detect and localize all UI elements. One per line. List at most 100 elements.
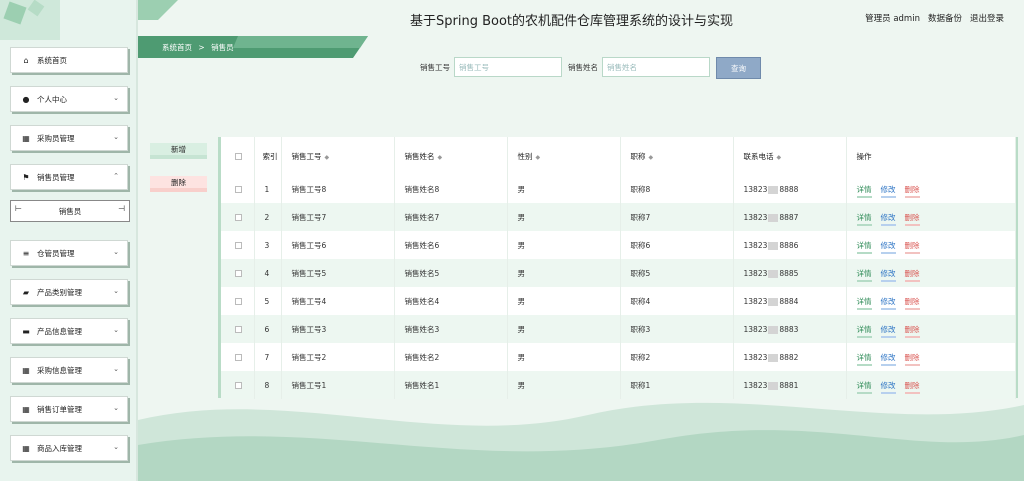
index-header: 索引 <box>254 137 282 175</box>
delete-link[interactable]: 删除 <box>904 184 920 198</box>
id-cell: 销售工号3 <box>281 315 395 343</box>
row-checkbox[interactable] <box>235 326 242 333</box>
detail-link[interactable]: 详情 <box>856 268 872 282</box>
edit-link[interactable]: 修改 <box>880 324 896 338</box>
phone-cell: 13823 8884 <box>733 287 847 315</box>
id-header[interactable]: 销售工号 ◆ <box>281 137 395 175</box>
id-search-input[interactable] <box>454 57 562 77</box>
chevron-icon: ⌄ <box>113 365 119 373</box>
grid-icon: ▦ <box>22 133 30 143</box>
id-header-label: 销售工号 <box>291 151 322 161</box>
list-icon: ≡ <box>22 248 30 258</box>
gender-cell: 男 <box>507 175 621 203</box>
id-cell: 销售工号5 <box>281 259 395 287</box>
name-cell: 销售姓名7 <box>394 203 508 231</box>
gender-header[interactable]: 性别 ◆ <box>507 137 621 175</box>
sidebar-item-7[interactable]: ▦ 采购信息管理 ⌄ <box>10 357 128 383</box>
backup-link[interactable]: 数据备份 <box>928 12 962 24</box>
name-cell: 销售姓名6 <box>394 231 508 259</box>
breadcrumb-home[interactable]: 系统首页 <box>162 43 192 52</box>
delete-link[interactable]: 删除 <box>904 296 920 310</box>
sidebar-subitem-salesperson[interactable]: ⊢ 销售员 ⊣ <box>10 200 130 222</box>
edit-link[interactable]: 修改 <box>880 212 896 226</box>
id-cell: 销售工号6 <box>281 231 395 259</box>
sidebar-item-label: 仓管员管理 <box>37 248 75 258</box>
title-header[interactable]: 职称 ◆ <box>620 137 734 175</box>
phone-header[interactable]: 联系电话 ◆ <box>733 137 847 175</box>
delete-link[interactable]: 删除 <box>904 240 920 254</box>
row-checkbox[interactable] <box>235 270 242 277</box>
gender-cell: 男 <box>507 231 621 259</box>
sidebar-item-5[interactable]: ▰ 产品类别管理 ⌄ <box>10 279 128 305</box>
sidebar-item-4[interactable]: ≡ 仓管员管理 ⌄ <box>10 240 128 266</box>
row-checkbox[interactable] <box>235 214 242 221</box>
masked-digits <box>768 325 779 334</box>
edit-link[interactable]: 修改 <box>880 268 896 282</box>
select-all-checkbox[interactable] <box>235 153 242 160</box>
batch-delete-button[interactable]: 删除 <box>150 176 207 192</box>
row-checkbox[interactable] <box>235 186 242 193</box>
delete-link[interactable]: 删除 <box>904 352 920 366</box>
row-checkbox[interactable] <box>235 242 242 249</box>
detail-link[interactable]: 详情 <box>856 352 872 366</box>
detail-link[interactable]: 详情 <box>856 380 872 394</box>
chevron-icon: ⌄ <box>113 404 119 412</box>
row-checkbox[interactable] <box>235 298 242 305</box>
delete-link[interactable]: 删除 <box>904 212 920 226</box>
sort-icon: ◆ <box>324 153 330 161</box>
edit-link[interactable]: 修改 <box>880 240 896 254</box>
phone-cell: 13823 8883 <box>733 315 847 343</box>
chevron-icon: ⌃ <box>113 172 119 180</box>
detail-link[interactable]: 详情 <box>856 240 872 254</box>
ops-cell: 详情 修改 删除 <box>846 315 1016 343</box>
detail-link[interactable]: 详情 <box>856 296 872 310</box>
sidebar-item-6[interactable]: ▬ 产品信息管理 ⌄ <box>10 318 128 344</box>
salesperson-table: 索引 销售工号 ◆ 销售姓名 ◆ 性别 ◆ 职称 ◆ 联系电话 ◆ 操作 1 销售工号8 销售… <box>218 137 1018 399</box>
edit-link[interactable]: 修改 <box>880 296 896 310</box>
sidebar-item-2[interactable]: ▦ 采购员管理 ⌄ <box>10 125 128 151</box>
delete-link[interactable]: 删除 <box>904 268 920 282</box>
table-body: 1 销售工号8 销售姓名8 男职称8 13823 8888 详情 修改 删除 2 销售工号7 销售姓名… <box>221 175 1016 399</box>
edit-link[interactable]: 修改 <box>880 184 896 198</box>
phone-cell: 13823 8881 <box>733 371 847 399</box>
add-button[interactable]: 新增 <box>150 143 207 159</box>
edit-link[interactable]: 修改 <box>880 352 896 366</box>
edit-link[interactable]: 修改 <box>880 380 896 394</box>
title-cell: 职称5 <box>620 259 734 287</box>
detail-link[interactable]: 详情 <box>856 212 872 226</box>
name-header[interactable]: 销售姓名 ◆ <box>394 137 508 175</box>
sort-icon: ◆ <box>535 153 541 161</box>
table-row: 3 销售工号6 销售姓名6 男职称6 13823 8886 详情 修改 删除 <box>221 231 1016 259</box>
sidebar-item-label: 产品信息管理 <box>37 326 82 336</box>
id-cell: 销售工号8 <box>281 175 395 203</box>
row-checkbox[interactable] <box>235 382 242 389</box>
ops-cell: 详情 修改 删除 <box>846 203 1016 231</box>
phone-suffix: 8888 <box>779 184 799 194</box>
gender-cell: 男 <box>507 371 621 399</box>
phone-suffix: 8882 <box>779 352 799 362</box>
gender-cell: 男 <box>507 315 621 343</box>
masked-digits <box>768 269 779 278</box>
title-cell: 职称8 <box>620 175 734 203</box>
phone-cell: 13823 8882 <box>733 343 847 371</box>
delete-link[interactable]: 删除 <box>904 380 920 394</box>
detail-link[interactable]: 详情 <box>856 324 872 338</box>
row-select-cell <box>221 287 255 315</box>
row-checkbox[interactable] <box>235 354 242 361</box>
sidebar: ⌂ 系统首页 ● 个人中心 ⌄ ▦ 采购员管理 ⌄ ⚑ 销售员管理 ⌃ ≡ 仓管员管理 ⌄ ▰ 产品类别管理 ⌄… <box>0 0 138 481</box>
id-cell: 销售工号7 <box>281 203 395 231</box>
sidebar-item-8[interactable]: ▦ 销售订单管理 ⌄ <box>10 396 128 422</box>
name-search-input[interactable] <box>602 57 710 77</box>
sidebar-item-0[interactable]: ⌂ 系统首页 <box>10 47 128 73</box>
sidebar-item-1[interactable]: ● 个人中心 ⌄ <box>10 86 128 112</box>
sidebar-item-3[interactable]: ⚑ 销售员管理 ⌃ <box>10 164 128 190</box>
delete-link[interactable]: 删除 <box>904 324 920 338</box>
title-cell: 职称1 <box>620 371 734 399</box>
gender-header-label: 性别 <box>517 151 533 161</box>
table-row: 7 销售工号2 销售姓名2 男职称2 13823 8882 详情 修改 删除 <box>221 343 1016 371</box>
phone-suffix: 8881 <box>779 380 799 390</box>
logout-link[interactable]: 退出登录 <box>970 12 1004 24</box>
sidebar-item-9[interactable]: ▦ 商品入库管理 ⌄ <box>10 435 128 461</box>
detail-link[interactable]: 详情 <box>856 184 872 198</box>
search-button[interactable]: 查询 <box>716 57 761 79</box>
